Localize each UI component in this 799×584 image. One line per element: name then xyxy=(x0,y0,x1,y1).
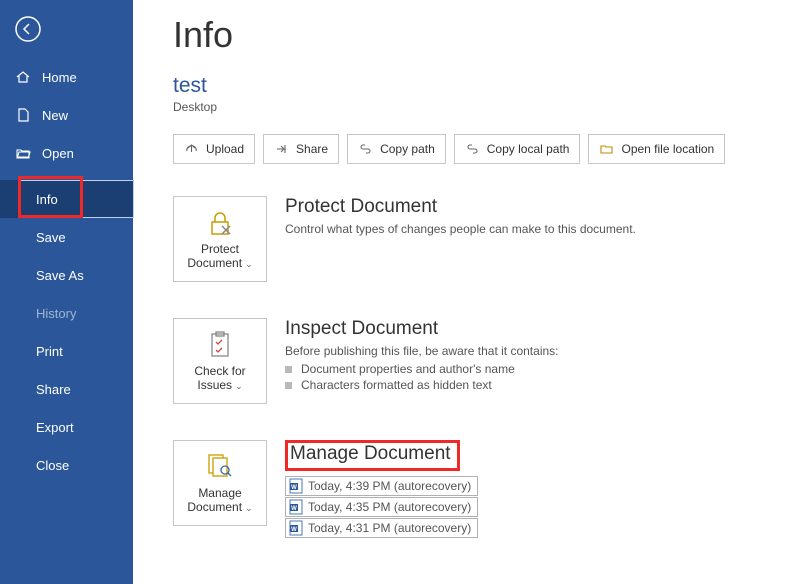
issues-list: Document properties and author's name Ch… xyxy=(285,362,765,392)
main-panel: Info test Desktop Upload Share Copy path… xyxy=(133,0,799,584)
chevron-down-icon: ⌄ xyxy=(235,381,243,391)
nav-save[interactable]: Save xyxy=(0,218,133,256)
svg-text:W: W xyxy=(291,485,297,491)
autorecovery-item[interactable]: W Today, 4:31 PM (autorecovery) xyxy=(285,518,478,538)
nav-open[interactable]: Open xyxy=(0,134,133,172)
chevron-down-icon: ⌄ xyxy=(245,259,253,269)
word-doc-icon: W xyxy=(289,478,303,494)
nav-close[interactable]: Close xyxy=(0,446,133,484)
nav-info[interactable]: Info xyxy=(0,180,133,218)
nav-label: Print xyxy=(36,344,63,359)
nav-label: Info xyxy=(36,192,58,207)
document-title: test xyxy=(173,74,765,98)
autorecovery-item[interactable]: W Today, 4:39 PM (autorecovery) xyxy=(285,476,478,496)
svg-text:W: W xyxy=(291,527,297,533)
checklist-icon xyxy=(204,330,236,360)
nav-label: Save As xyxy=(36,268,84,283)
nav-save-as[interactable]: Save As xyxy=(0,256,133,294)
nav-print[interactable]: Print xyxy=(0,332,133,370)
back-arrow-icon xyxy=(14,15,42,43)
nav-history: History xyxy=(0,294,133,332)
nav-export[interactable]: Export xyxy=(0,408,133,446)
page-title: Info xyxy=(173,14,765,56)
open-folder-icon xyxy=(14,144,32,162)
section-desc: Before publishing this file, be aware th… xyxy=(285,344,765,358)
manage-document-tile[interactable]: Manage Document⌄ xyxy=(173,440,267,526)
check-issues-tile[interactable]: Check for Issues⌄ xyxy=(173,318,267,404)
tile-label: Protect Document⌄ xyxy=(187,242,252,271)
document-location: Desktop xyxy=(173,100,765,114)
link-icon xyxy=(465,142,480,156)
section-title: Manage Document xyxy=(290,443,451,464)
word-doc-icon: W xyxy=(289,520,303,536)
copy-path-button[interactable]: Copy path xyxy=(347,134,446,164)
lock-icon xyxy=(204,208,236,238)
nav-label: Save xyxy=(36,230,66,245)
autorecovery-item[interactable]: W Today, 4:35 PM (autorecovery) xyxy=(285,497,478,517)
folder-icon xyxy=(599,142,614,156)
open-location-button[interactable]: Open file location xyxy=(588,134,725,164)
action-bar: Upload Share Copy path Copy local path O… xyxy=(173,134,765,164)
protect-document-tile[interactable]: Protect Document⌄ xyxy=(173,196,267,282)
nav-label: History xyxy=(36,306,76,321)
home-icon xyxy=(14,68,32,86)
word-doc-icon: W xyxy=(289,499,303,515)
autorecovery-list: W Today, 4:39 PM (autorecovery) W Today,… xyxy=(285,476,765,539)
tile-label: Check for Issues⌄ xyxy=(194,364,245,393)
section-desc: Control what types of changes people can… xyxy=(285,222,765,236)
nav-label: Export xyxy=(36,420,74,435)
copy-local-path-button[interactable]: Copy local path xyxy=(454,134,581,164)
protect-section: Protect Document⌄ Protect Document Contr… xyxy=(173,196,765,282)
nav-new[interactable]: New xyxy=(0,96,133,134)
tutorial-highlight: Manage Document xyxy=(285,440,460,471)
nav-label: New xyxy=(42,108,68,123)
link-icon xyxy=(358,142,373,156)
nav-label: Close xyxy=(36,458,69,473)
nav-share[interactable]: Share xyxy=(0,370,133,408)
section-title: Inspect Document xyxy=(285,318,765,340)
upload-icon xyxy=(184,142,199,156)
manage-section: Manage Document⌄ Manage Document W Today… xyxy=(173,440,765,539)
section-title: Protect Document xyxy=(285,196,765,218)
document-mag-icon xyxy=(203,452,237,482)
inspect-section: Check for Issues⌄ Inspect Document Befor… xyxy=(173,318,765,404)
nav-label: Share xyxy=(36,382,71,397)
nav-list: Home New Open Info Save Save As History … xyxy=(0,58,133,484)
share-icon xyxy=(274,142,289,156)
nav-home[interactable]: Home xyxy=(0,58,133,96)
upload-button[interactable]: Upload xyxy=(173,134,255,164)
tile-label: Manage Document⌄ xyxy=(187,486,252,515)
back-button[interactable] xyxy=(0,0,55,58)
share-button[interactable]: Share xyxy=(263,134,339,164)
nav-label: Open xyxy=(42,146,74,161)
backstage-sidebar: Home New Open Info Save Save As History … xyxy=(0,0,133,584)
svg-text:W: W xyxy=(291,506,297,512)
new-doc-icon xyxy=(14,106,32,124)
chevron-down-icon: ⌄ xyxy=(245,503,253,513)
nav-label: Home xyxy=(42,70,77,85)
